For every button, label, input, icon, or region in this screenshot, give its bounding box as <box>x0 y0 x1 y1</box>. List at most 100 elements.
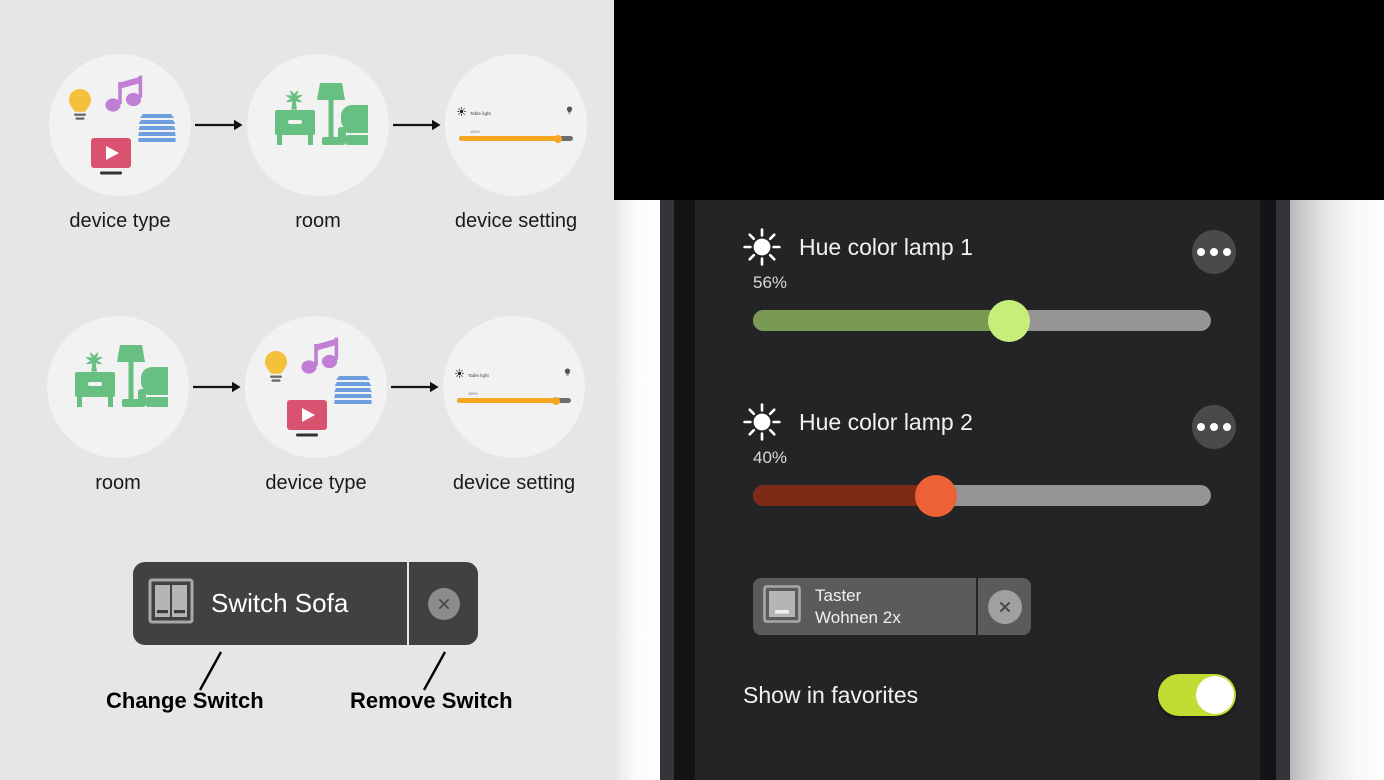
device-setting-label-2: device setting <box>452 472 576 494</box>
toggle-knob <box>1196 676 1234 714</box>
diagram-panel: device type room Table light 100% device… <box>0 0 614 780</box>
mini-lightbulb-icon <box>564 364 571 377</box>
dot-3 <box>1223 423 1231 431</box>
mini-device-percent: 100% <box>468 392 478 397</box>
mini-texts: Table light 100% <box>468 364 489 401</box>
mini-device-percent: 100% <box>470 130 480 135</box>
dot-1 <box>1197 248 1205 256</box>
mini-slider-track[interactable] <box>457 396 571 405</box>
dot-3 <box>1223 248 1231 256</box>
blinds-icon <box>138 112 176 152</box>
brightness-slider-lamp-2[interactable] <box>753 474 1211 517</box>
callout-leader-line-change <box>198 651 223 691</box>
slider-fill <box>753 310 1010 331</box>
more-options-icon[interactable] <box>1192 230 1236 274</box>
lightbulb-icon <box>262 350 290 391</box>
taster-switch-text: Taster Wohnen 2x <box>815 585 901 628</box>
room-furniture-icon <box>68 339 185 436</box>
close-circle-icon[interactable] <box>987 589 1022 624</box>
room-bubble <box>247 54 389 196</box>
brightness-sun-icon <box>743 403 781 441</box>
remove-switch-button[interactable] <box>978 578 1031 635</box>
dot-2 <box>1210 423 1218 431</box>
device-setting-label: device setting <box>454 210 578 232</box>
flow-arrow-1 <box>191 54 247 196</box>
flow-row-2: room device type Table light 100% device… <box>47 316 585 495</box>
device-setting-bubble-2: Table light 100% <box>443 316 585 458</box>
device-type-label-2: device type <box>265 472 367 494</box>
device-row-hue-color-lamp-2: Hue color lamp 2 40% <box>695 402 1260 468</box>
switch-sofa-chip-area: Switch Sofa <box>133 562 478 645</box>
flow-step-device-setting-2: Table light 100% device setting <box>443 316 585 495</box>
flow-step-room: room <box>247 54 389 233</box>
flow-step-device-type: device type <box>49 54 191 233</box>
phone-screenshot-panel: Hue color lamp 1 56% Hue color lamp 2 40… <box>614 0 1384 780</box>
room-bubble-2 <box>47 316 189 458</box>
mini-slider-thumb[interactable] <box>551 396 560 405</box>
switch-sofa-label: Switch Sofa <box>211 588 349 618</box>
taster-line-2: Wohnen 2x <box>815 607 901 627</box>
change-switch-button[interactable]: Taster Wohnen 2x <box>753 578 976 635</box>
callout-group: Change Switch Remove Switch <box>0 650 614 730</box>
phone-photo-area: Hue color lamp 1 56% Hue color lamp 2 40… <box>614 200 1384 780</box>
device-name: Hue color lamp 1 <box>799 233 973 260</box>
mini-brightness-icon <box>457 103 467 117</box>
brightness-sun-icon <box>743 228 781 266</box>
slider-thumb[interactable] <box>915 474 958 517</box>
blinds-icon <box>334 374 372 414</box>
mini-device-title: Table light <box>470 111 491 116</box>
callout-leader-line-remove <box>422 651 447 691</box>
mini-slider-track[interactable] <box>459 134 573 143</box>
mini-brightness-icon <box>455 365 465 379</box>
device-row-hue-color-lamp-1: Hue color lamp 1 56% <box>695 227 1260 293</box>
dot-1 <box>1197 423 1205 431</box>
device-name: Hue color lamp 2 <box>799 408 973 435</box>
device-type-cluster-icon <box>60 70 180 180</box>
flow-step-device-type-2: device type <box>245 316 387 495</box>
flow-step-device-setting: Table light 100% device setting <box>445 54 587 233</box>
taster-switch-chip: Taster Wohnen 2x <box>753 578 1031 635</box>
room-furniture-icon <box>268 77 385 174</box>
mini-slider-thumb[interactable] <box>553 134 562 143</box>
device-header: Hue color lamp 1 <box>695 227 1260 274</box>
phone-bezel-left-inner <box>674 200 695 780</box>
more-options-icon[interactable] <box>1192 405 1236 449</box>
mini-texts: Table light 100% <box>470 102 491 139</box>
show-in-favorites-row: Show in favorites <box>695 670 1260 720</box>
change-switch-button[interactable]: Switch Sofa <box>133 562 407 645</box>
media-play-icon <box>286 398 328 445</box>
phone-bezel-left-outer <box>660 200 674 780</box>
double-rocker-switch-icon <box>147 577 195 630</box>
flow-row-1: device type room Table light 100% device… <box>49 54 587 233</box>
callout-remove-switch: Remove Switch <box>350 688 513 713</box>
show-in-favorites-toggle[interactable] <box>1158 674 1236 716</box>
photo-left-glow <box>614 200 660 780</box>
phone-bezel-right-outer <box>1276 200 1290 780</box>
close-circle-icon[interactable] <box>427 587 460 620</box>
device-type-cluster-icon <box>256 332 376 442</box>
callout-change-switch: Change Switch <box>106 688 264 713</box>
flow-arrow-3 <box>189 316 245 458</box>
screenshot-root: device type room Table light 100% device… <box>0 0 1384 780</box>
device-type-bubble <box>49 54 191 196</box>
media-play-icon <box>90 136 132 183</box>
remove-switch-button[interactable] <box>409 562 478 645</box>
slider-fill <box>753 485 937 506</box>
device-percent: 40% <box>753 448 788 467</box>
app-screen: Hue color lamp 1 56% Hue color lamp 2 40… <box>695 200 1260 780</box>
device-setting-slider-icon: Table light 100% <box>457 102 575 148</box>
flow-arrow-2 <box>389 54 445 196</box>
device-type-bubble-2 <box>245 316 387 458</box>
slider-thumb[interactable] <box>988 299 1031 342</box>
single-rocker-switch-icon <box>762 584 802 629</box>
device-header: Hue color lamp 2 <box>695 402 1260 449</box>
phone-bezel-right-inner <box>1260 200 1276 780</box>
mini-slider-fill <box>459 136 558 141</box>
mini-slider-fill <box>457 398 556 403</box>
switch-sofa-chip: Switch Sofa <box>133 562 478 645</box>
brightness-slider-lamp-1[interactable] <box>753 299 1211 342</box>
taster-line-1: Taster <box>815 586 862 606</box>
room-label: room <box>295 210 341 232</box>
device-type-label: device type <box>69 210 171 232</box>
mini-device-title: Table light <box>468 373 489 378</box>
